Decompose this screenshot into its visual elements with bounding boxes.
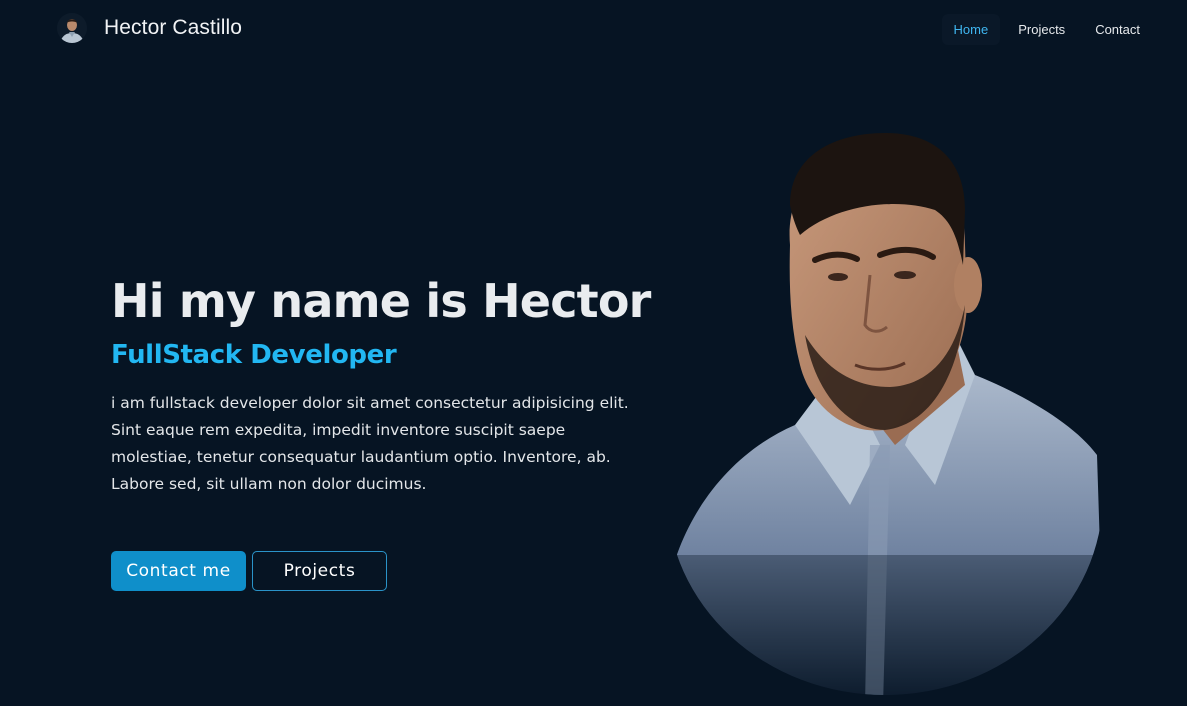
- brand-name: Hector Castillo: [104, 16, 243, 39]
- hero-description: i am fullstack developer dolor sit amet …: [111, 394, 629, 493]
- nav-home[interactable]: Home: [941, 14, 1001, 45]
- hero-actions: Contact me Projects: [111, 551, 387, 591]
- page: Hector Castillo Home Projects Contact Hi…: [0, 0, 1187, 706]
- nav-contact[interactable]: Contact: [1083, 14, 1152, 45]
- avatar: [57, 13, 87, 43]
- contact-me-button[interactable]: Contact me: [111, 551, 246, 591]
- hero-section: Hi my name is Hector FullStack Developer…: [111, 270, 651, 498]
- hero-title: Hi my name is Hector: [111, 274, 651, 328]
- brand-link[interactable]: Hector Castillo: [57, 13, 242, 43]
- main-nav: Home Projects Contact: [936, 14, 1152, 45]
- profile-portrait: [665, 125, 1105, 706]
- navbar: Hector Castillo Home Projects Contact: [0, 0, 1187, 58]
- projects-button[interactable]: Projects: [252, 551, 387, 591]
- hero-role: FullStack Developer: [111, 340, 397, 370]
- nav-projects[interactable]: Projects: [1006, 14, 1077, 45]
